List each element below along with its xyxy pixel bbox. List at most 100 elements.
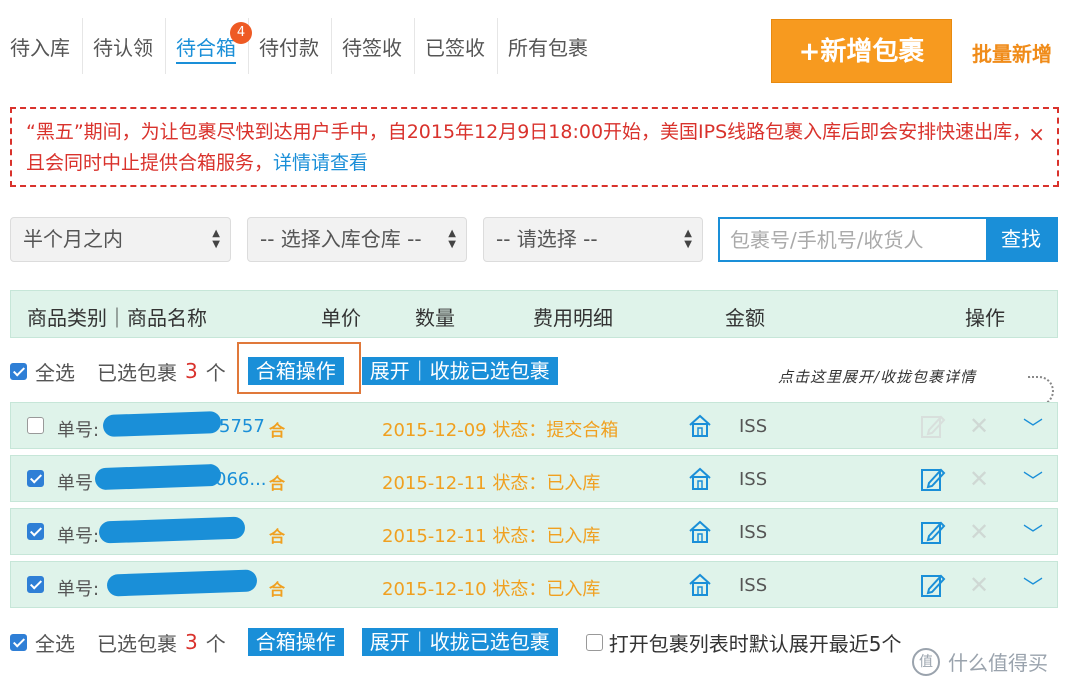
notice-banner: “黑五”期间，为让包裹尽快到达用户手中，自2015年12月9日18:00开始，美… [10,107,1059,187]
edit-icon[interactable] [919,465,947,493]
warehouse-icon [689,467,711,490]
select-all-label: 全选 [35,360,75,385]
order-number[interactable]: 066... [215,469,267,490]
toggle-selected-button[interactable]: 展开｜收拢已选包裹 [361,628,558,656]
smzdm-logo-icon: 值 [912,647,940,676]
merge-tag: 合 [269,474,286,493]
notice-details-link[interactable]: 详情请查看 [273,152,368,174]
row-checkbox[interactable] [27,417,44,434]
header-amount: 金额 [725,306,765,330]
default-expand-label: 打开包裹列表时默认展开最近5个 [608,631,902,656]
merge-button[interactable]: 合箱操作 [247,628,344,656]
warehouse-value: -- 选择入库仓库 -- [260,227,422,251]
search-input[interactable] [720,219,986,260]
selected-count: 3 [185,359,198,383]
watermark-text: 什么值得买 [948,651,1048,675]
carrier: ISS [739,469,768,490]
package-row[interactable]: 单号 066... 合 2015-12-11 状态：已入库 ISS ✕ ﹀ [10,455,1058,502]
row-checkbox[interactable] [27,470,44,487]
row-checkbox[interactable] [27,576,44,593]
warehouse-icon [689,520,711,543]
batch-add-link[interactable]: 批量新增 [972,38,1052,67]
chevron-down-icon[interactable]: ﹀ [1023,465,1043,494]
carrier: ISS [739,522,768,543]
notice-text: “黑五”期间，为让包裹尽快到达用户手中，自2015年12月9日18:00开始，美… [26,121,1032,174]
edit-icon[interactable] [919,412,947,440]
highlight-frame [237,342,361,394]
select-arrows-icon: ▲ ▼ [684,228,692,250]
redaction-mark [94,463,222,491]
package-row[interactable]: 单号: 合 2015-12-10 状态：已入库 ISS ✕ ﹀ [10,561,1058,608]
merge-tag: 合 [269,527,286,546]
edit-icon[interactable] [919,518,947,546]
selected-unit: 个 [205,360,226,385]
tab-pending-signoff[interactable]: 待签收 [332,18,415,74]
table-header: 商品类别｜商品名称 单价 数量 费用明细 金额 操作 [10,290,1058,338]
delete-icon[interactable]: ✕ [969,518,989,546]
warehouse-icon [689,414,711,437]
time-range-select[interactable]: 半个月之内 ▲ ▼ [10,217,231,262]
tab-pending-claim[interactable]: 待认领 [83,18,166,74]
delete-icon[interactable]: ✕ [969,571,989,599]
tab-signed[interactable]: 已签收 [415,18,498,74]
tab-all-packages[interactable]: 所有包裹 [498,18,600,74]
row-checkbox[interactable] [27,523,44,540]
package-row[interactable]: 单号: 5757 合 2015-12-09 状态：提交合箱 ISS ✕ ﹀ [10,402,1058,449]
default-expand-option[interactable]: 打开包裹列表时默认展开最近5个 [585,628,902,657]
order-number[interactable]: 5757 [219,416,265,437]
search-button[interactable]: 查找 [986,219,1056,260]
header-price: 单价 [321,306,361,330]
package-row[interactable]: 单号: 合 2015-12-11 状态：已入库 ISS ✕ ﹀ [10,508,1058,555]
header-ops: 操作 [965,306,1005,330]
selected-count: 3 [185,630,198,654]
redaction-mark [106,569,258,597]
action-bar-bottom: 全选 已选包裹 3 个 合箱操作 展开｜收拢已选包裹 打开包裹列表时默认展开最近… [10,622,901,662]
tab-pending-payment[interactable]: 待付款 [249,18,332,74]
header-qty: 数量 [415,306,455,330]
package-tabs: 待入库 待认领 待合箱 4 待付款 待签收 已签收 所有包裹 [0,18,600,78]
row-status: 2015-12-11 状态：已入库 [382,473,601,494]
time-range-value: 半个月之内 [23,227,123,251]
warehouse-select[interactable]: -- 选择入库仓库 -- ▲ ▼ [247,217,467,262]
close-icon[interactable]: × [1028,119,1045,150]
carrier: ISS [739,416,768,437]
row-status: 2015-12-10 状态：已入库 [382,579,601,600]
header-fees: 费用明细 [533,306,613,330]
header-category: 商品类别｜商品名称 [27,306,207,330]
annotation-note: 点击这里展开/收拢包裹详情 [778,368,977,386]
edit-icon[interactable] [919,571,947,599]
chevron-down-icon[interactable]: ﹀ [1023,518,1043,547]
selected-label: 已选包裹 [97,360,177,385]
toggle-selected-button[interactable]: 展开｜收拢已选包裹 [361,357,558,385]
merge-tag: 合 [269,421,286,440]
row-status: 2015-12-09 状态：提交合箱 [382,420,619,441]
selected-unit: 个 [205,631,226,656]
add-package-button[interactable]: +新增包裹 [771,19,952,83]
redaction-mark [98,516,246,544]
chevron-down-icon[interactable]: ﹀ [1023,571,1043,600]
warehouse-icon [689,573,711,596]
select-all-checkbox[interactable] [10,362,27,380]
status-select[interactable]: -- 请选择 -- ▲ ▼ [483,217,703,262]
order-number-label: 单号: [57,420,100,441]
select-arrows-icon: ▲ ▼ [212,228,220,250]
merge-tag: 合 [269,580,286,599]
order-number-label: 单号: [57,526,100,547]
search-box: 查找 [718,217,1058,262]
tab-pending-merge[interactable]: 待合箱 4 [166,18,252,74]
select-all-checkbox[interactable] [10,633,27,651]
select-arrows-icon: ▲ ▼ [448,228,456,250]
tab-pending-inbound[interactable]: 待入库 [0,18,83,74]
row-status: 2015-12-11 状态：已入库 [382,526,601,547]
chevron-down-icon[interactable]: ﹀ [1023,412,1043,441]
order-number-label: 单号: [57,579,100,600]
status-value: -- 请选择 -- [496,227,598,251]
redaction-mark [102,410,222,438]
delete-icon[interactable]: ✕ [969,412,989,440]
selected-label: 已选包裹 [97,631,177,656]
site-watermark: 值 什么值得买 [912,647,1048,676]
default-expand-checkbox[interactable] [585,633,603,651]
order-number-label: 单号 [57,473,93,494]
carrier: ISS [739,575,768,596]
delete-icon[interactable]: ✕ [969,465,989,493]
